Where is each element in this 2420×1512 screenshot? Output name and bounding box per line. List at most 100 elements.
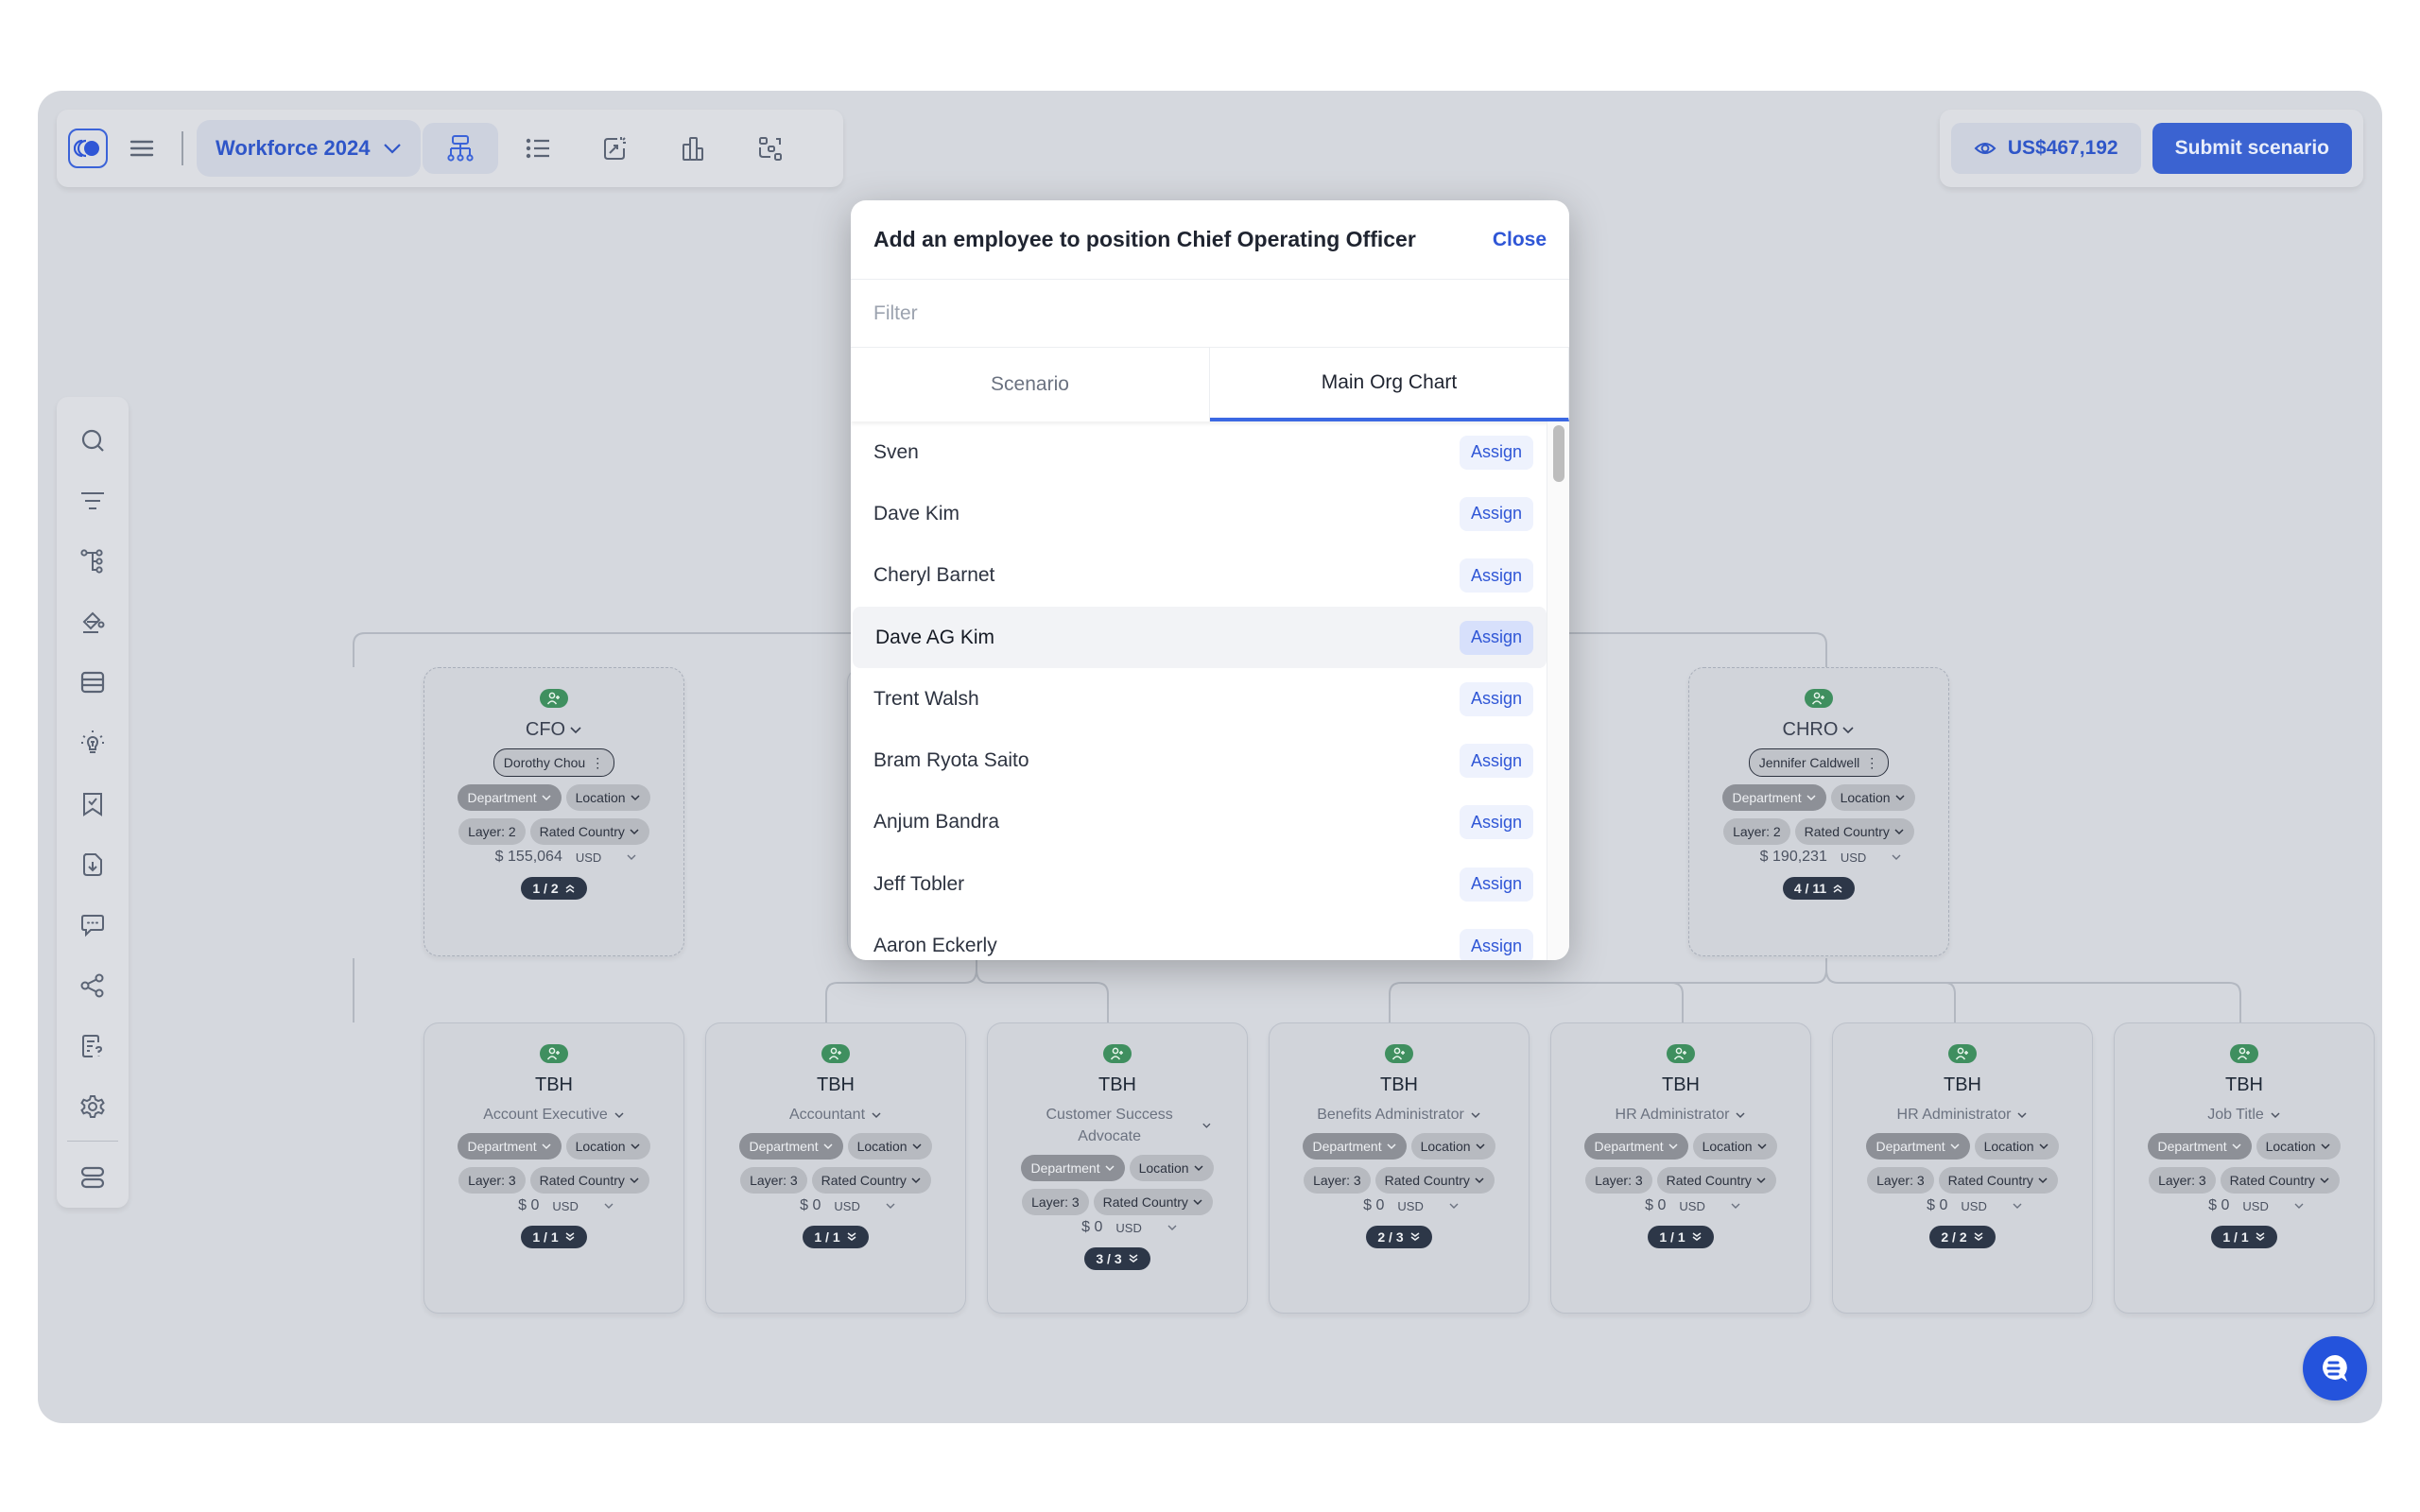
job-title-select[interactable]: HR Administrator (1897, 1104, 2029, 1125)
salary-row[interactable]: $ 0 USD (2184, 1197, 2305, 1214)
assign-button[interactable]: Assign (1459, 620, 1533, 655)
assign-button[interactable]: Assign (1459, 744, 1533, 779)
position-card-cfo[interactable]: CFO Dorothy Chou ⋮ Department Location L… (424, 667, 684, 956)
job-title-select[interactable]: HR Administrator (1616, 1104, 1747, 1125)
scenario-select[interactable]: Workforce 2024 (197, 120, 422, 177)
salary-row[interactable]: $ 0 USD (1902, 1197, 2023, 1214)
rated-country-chip[interactable]: Rated Country (1794, 818, 1914, 845)
employee-row[interactable]: Anjum Bandra Assign (851, 792, 1547, 853)
scrollbar-track[interactable] (1547, 421, 1569, 960)
employee-row[interactable]: Trent Walsh Assign (851, 668, 1547, 730)
job-title-select[interactable]: Account Executive (483, 1104, 625, 1125)
chevron-down-icon[interactable] (2293, 1202, 2305, 1210)
department-chip[interactable]: Department (1584, 1133, 1688, 1160)
employee-row[interactable]: Dave AG Kim Assign (853, 606, 1547, 669)
job-title-select[interactable]: Job Title (2207, 1104, 2281, 1125)
position-card-tbh[interactable]: TBH HR Administrator Department Location Lay… (1550, 1022, 1811, 1314)
reports-count-toggle[interactable]: 1 / 1 (2211, 1226, 2277, 1249)
rated-country-chip[interactable]: Rated Country (1374, 1167, 1495, 1194)
rated-country-chip[interactable]: Rated Country (529, 818, 649, 845)
chevron-down-icon[interactable] (1730, 1202, 1741, 1210)
salary-row[interactable]: $ 155,064 USD (471, 849, 638, 866)
reports-count-toggle[interactable]: 2 / 3 (1366, 1226, 1432, 1249)
app-logo-button[interactable] (68, 129, 108, 168)
assign-button[interactable]: Assign (1459, 496, 1533, 531)
rated-country-chip[interactable]: Rated Country (2220, 1167, 2340, 1194)
employee-row[interactable]: Sven Assign (851, 421, 1547, 483)
salary-row[interactable]: $ 190,231 USD (1736, 849, 1903, 866)
salary-row[interactable]: $ 0 USD (1620, 1197, 1741, 1214)
employee-row[interactable]: Aaron Eckerly Assign (851, 915, 1547, 960)
add-employee-icon[interactable] (1948, 1044, 1977, 1063)
reports-count-toggle[interactable]: 1 / 1 (521, 1226, 587, 1249)
chevron-down-icon[interactable] (603, 1202, 614, 1210)
org-chart-view-button[interactable] (423, 123, 499, 174)
rated-country-chip[interactable]: Rated Country (1093, 1189, 1213, 1216)
department-chip[interactable]: Department (1303, 1133, 1407, 1160)
position-card-tbh[interactable]: TBH Benefits Administrator Department Locat… (1269, 1022, 1530, 1314)
add-employee-icon[interactable] (1385, 1044, 1413, 1063)
salary-row[interactable]: $ 0 USD (1339, 1197, 1460, 1214)
rated-country-chip[interactable]: Rated Country (1938, 1167, 2058, 1194)
location-chip[interactable]: Location (565, 784, 650, 811)
employee-list[interactable]: Sven Assign Dave Kim Assign Cheryl Barnet Ass… (851, 421, 1569, 960)
location-chip[interactable]: Location (565, 1133, 650, 1160)
rail-search-button[interactable] (66, 410, 119, 471)
menu-button[interactable] (115, 122, 168, 175)
chevron-down-icon[interactable] (1448, 1202, 1460, 1210)
location-chip[interactable]: Location (1692, 1133, 1777, 1160)
assign-button[interactable]: Assign (1459, 805, 1533, 840)
add-employee-icon[interactable] (540, 689, 568, 708)
rated-country-chip[interactable]: Rated Country (1656, 1167, 1776, 1194)
job-title-select[interactable]: Customer Success Advocate (1023, 1104, 1212, 1147)
rail-insights-button[interactable] (66, 713, 119, 773)
total-cost-toggle[interactable]: US$467,192 (1950, 123, 2141, 174)
more-vertical-icon[interactable]: ⋮ (591, 755, 604, 771)
scrollbar-thumb[interactable] (1553, 425, 1564, 482)
assign-button[interactable]: Assign (1459, 558, 1533, 593)
chevron-down-icon[interactable] (626, 853, 637, 861)
job-title-select[interactable]: Benefits Administrator (1317, 1104, 1481, 1125)
location-chip[interactable]: Location (1410, 1133, 1495, 1160)
position-card-tbh[interactable]: TBH HR Administrator Department Location Lay… (1832, 1022, 2093, 1314)
salary-row[interactable]: $ 0 USD (775, 1197, 896, 1214)
reports-count-toggle[interactable]: 1 / 1 (803, 1226, 869, 1249)
chat-support-button[interactable] (2303, 1336, 2367, 1400)
location-chip[interactable]: Location (2256, 1133, 2341, 1160)
bar-chart-view-button[interactable] (655, 123, 731, 174)
analytics-view-button[interactable] (578, 123, 653, 174)
reports-count-toggle[interactable]: 2 / 2 (1929, 1226, 1996, 1249)
more-vertical-icon[interactable]: ⋮ (1865, 755, 1878, 771)
rail-share-button[interactable] (66, 955, 119, 1016)
submit-scenario-button[interactable]: Submit scenario (2152, 123, 2352, 174)
employee-row[interactable]: Dave Kim Assign (851, 483, 1547, 544)
employee-row[interactable]: Bram Ryota Saito Assign (851, 730, 1547, 791)
assign-button[interactable]: Assign (1459, 681, 1533, 716)
add-employee-icon[interactable] (2230, 1044, 2258, 1063)
reports-count-toggle[interactable]: 1 / 2 (521, 877, 587, 900)
department-chip[interactable]: Department (739, 1133, 843, 1160)
rated-country-chip[interactable]: Rated Country (811, 1167, 931, 1194)
filter-input[interactable] (851, 280, 1569, 348)
rail-bookmark-button[interactable] (66, 773, 119, 833)
position-card-tbh[interactable]: TBH Accountant Department Location Layer: 3R… (705, 1022, 966, 1314)
tab-scenario[interactable]: Scenario (851, 348, 1210, 421)
salary-row[interactable]: $ 0 USD (1057, 1219, 1178, 1236)
add-employee-icon[interactable] (540, 1044, 568, 1063)
add-employee-icon[interactable] (1667, 1044, 1695, 1063)
chevron-down-icon[interactable] (1891, 853, 1902, 861)
location-chip[interactable]: Location (847, 1133, 932, 1160)
reports-count-toggle[interactable]: 1 / 1 (1648, 1226, 1714, 1249)
reports-count-toggle[interactable]: 4 / 11 (1782, 877, 1856, 900)
close-button[interactable]: Close (1493, 229, 1547, 251)
rail-layers-button[interactable] (66, 1147, 119, 1208)
department-chip[interactable]: Department (1021, 1155, 1125, 1182)
employee-row[interactable]: Cheryl Barnet Assign (851, 545, 1547, 607)
chevron-down-icon[interactable] (885, 1202, 896, 1210)
position-title[interactable]: CFO (526, 719, 582, 741)
rated-country-chip[interactable]: Rated Country (529, 1167, 649, 1194)
list-view-button[interactable] (500, 123, 576, 174)
position-card-tbh[interactable]: TBH Account Executive Department Location La… (424, 1022, 684, 1314)
location-chip[interactable]: Location (1974, 1133, 2059, 1160)
assign-button[interactable]: Assign (1459, 867, 1533, 902)
